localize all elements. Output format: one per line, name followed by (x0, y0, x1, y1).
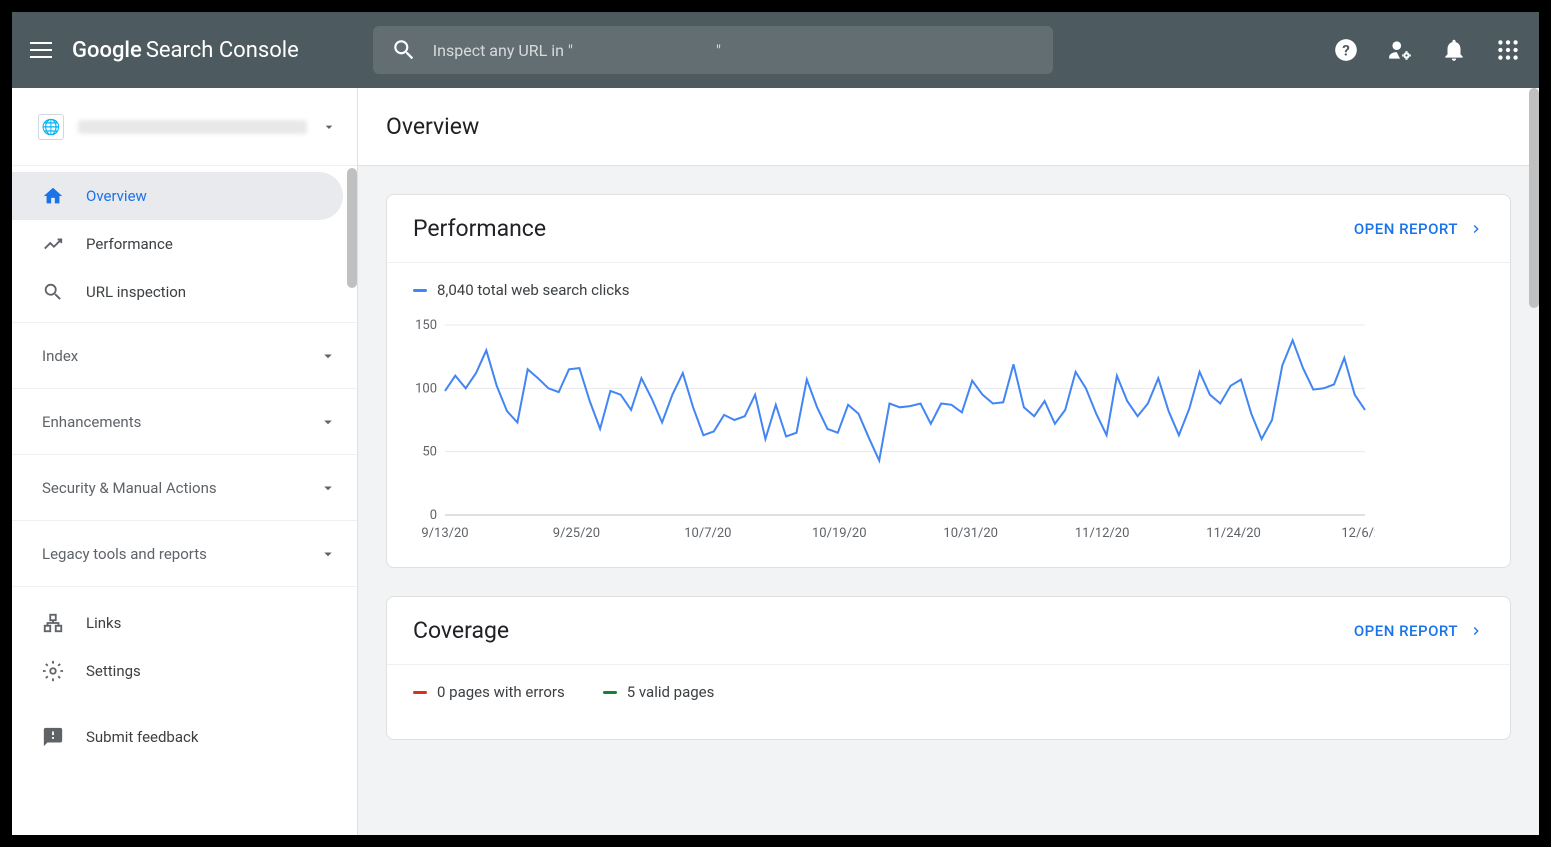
legend-item-clicks: 8,040 total web search clicks (413, 281, 630, 299)
svg-text:9/25/20: 9/25/20 (553, 526, 600, 541)
url-inspect-input[interactable] (433, 41, 1035, 60)
card-body: 0 pages with errors 5 valid pages (387, 665, 1510, 739)
open-report-label: OPEN REPORT (1354, 622, 1458, 640)
svg-text:9/13/20: 9/13/20 (421, 526, 468, 541)
logo-google-text: Google (72, 38, 142, 63)
svg-text:?: ? (1342, 41, 1350, 59)
section-label: Legacy tools and reports (42, 545, 207, 563)
legend-text: 0 pages with errors (437, 683, 565, 701)
svg-text:11/24/20: 11/24/20 (1206, 526, 1261, 541)
open-report-button[interactable]: OPEN REPORT (1354, 220, 1484, 238)
search-icon (391, 37, 417, 63)
chart-svg: 0 50 100 150 9/13/20 9/25/20 10/7/20 10/19/20 10… (405, 315, 1375, 545)
svg-text:10/7/20: 10/7/20 (684, 526, 731, 541)
app-root: Google Search Console ? 🌐 Over (12, 12, 1539, 835)
header-actions: ? (1333, 37, 1521, 63)
svg-text:11/12/20: 11/12/20 (1075, 526, 1130, 541)
sidebar-item-label: URL inspection (86, 283, 186, 301)
legend-dash-icon (413, 289, 427, 292)
globe-icon: 🌐 (38, 114, 64, 140)
sidebar-item-label: Submit feedback (86, 728, 198, 746)
open-report-button[interactable]: OPEN REPORT (1354, 622, 1484, 640)
url-inspect-search[interactable] (373, 26, 1053, 74)
sidebar-section-legacy[interactable]: Legacy tools and reports (12, 520, 357, 586)
content-area: Performance OPEN REPORT 8,040 total web … (358, 166, 1539, 796)
sidebar-section-enhancements[interactable]: Enhancements (12, 388, 357, 454)
sidebar-item-label: Settings (86, 662, 141, 680)
page-title: Overview (386, 113, 479, 140)
logo-product-text: Search Console (146, 38, 299, 63)
home-icon (42, 185, 64, 207)
sidebar-item-label: Performance (86, 235, 173, 253)
chart-legend: 8,040 total web search clicks (413, 281, 1484, 299)
section-label: Enhancements (42, 413, 141, 431)
property-selector[interactable]: 🌐 (12, 88, 357, 166)
sidebar-item-performance[interactable]: Performance (12, 220, 357, 268)
legend-dash-icon (603, 691, 617, 694)
page-header: Overview (358, 88, 1539, 166)
legend-item-errors: 0 pages with errors (413, 683, 565, 701)
nav-primary: Overview Performance URL inspection (12, 166, 357, 322)
help-icon[interactable]: ? (1333, 37, 1359, 63)
svg-text:10/31/20: 10/31/20 (943, 526, 998, 541)
nav-footer: Links Settings (12, 586, 357, 695)
card-body: 8,040 total web search clicks 0 50 100 150 9… (387, 263, 1510, 567)
card-header: Performance OPEN REPORT (387, 195, 1510, 263)
legend-dash-icon (413, 691, 427, 694)
sidebar-item-label: Overview (86, 187, 147, 205)
chevron-down-icon (319, 347, 337, 365)
gear-icon (42, 660, 64, 682)
sidebar-section-security[interactable]: Security & Manual Actions (12, 454, 357, 520)
sidebar-item-settings[interactable]: Settings (12, 647, 357, 695)
coverage-legend: 0 pages with errors 5 valid pages (413, 683, 1484, 701)
user-settings-icon[interactable] (1387, 37, 1413, 63)
links-icon (42, 612, 64, 634)
feedback-icon (42, 726, 64, 748)
legend-text: 5 valid pages (627, 683, 715, 701)
open-report-label: OPEN REPORT (1354, 220, 1458, 238)
card-header: Coverage OPEN REPORT (387, 597, 1510, 665)
app-logo: Google Search Console (72, 38, 299, 63)
card-title: Performance (413, 215, 546, 242)
card-title: Coverage (413, 617, 509, 644)
legend-item-valid: 5 valid pages (603, 683, 715, 701)
svg-text:150: 150 (415, 318, 437, 333)
coverage-card: Coverage OPEN REPORT 0 pages with errors (386, 596, 1511, 740)
nav-feedback-group: Submit feedback (12, 707, 357, 767)
svg-text:10/19/20: 10/19/20 (812, 526, 867, 541)
notifications-icon[interactable] (1441, 37, 1467, 63)
trend-icon (42, 233, 64, 255)
chevron-down-icon (321, 119, 337, 135)
svg-text:50: 50 (422, 445, 437, 460)
menu-button[interactable] (30, 36, 58, 64)
chevron-down-icon (319, 479, 337, 497)
svg-text:0: 0 (430, 508, 437, 523)
sidebar-item-overview[interactable]: Overview (12, 172, 343, 220)
section-label: Index (42, 347, 78, 365)
svg-text:12/6/20: 12/6/20 (1341, 526, 1375, 541)
main-scrollbar[interactable] (1529, 88, 1539, 308)
app-body: 🌐 Overview Performance URL inspection (12, 88, 1539, 835)
sidebar-scrollbar[interactable] (347, 168, 357, 288)
sidebar-item-url-inspection[interactable]: URL inspection (12, 268, 357, 316)
app-header: Google Search Console ? (12, 12, 1539, 88)
chevron-down-icon (319, 545, 337, 563)
chevron-right-icon (1468, 623, 1484, 639)
property-name-redacted (78, 120, 307, 134)
performance-card: Performance OPEN REPORT 8,040 total web … (386, 194, 1511, 568)
sidebar-item-label: Links (86, 614, 121, 632)
chevron-down-icon (319, 413, 337, 431)
legend-text: 8,040 total web search clicks (437, 281, 630, 299)
apps-icon[interactable] (1495, 37, 1521, 63)
chevron-right-icon (1468, 221, 1484, 237)
main-content: Overview Performance OPEN REPORT (358, 88, 1539, 835)
search-icon (42, 281, 64, 303)
sidebar: 🌐 Overview Performance URL inspection (12, 88, 358, 835)
sidebar-item-links[interactable]: Links (12, 599, 357, 647)
sidebar-section-index[interactable]: Index (12, 322, 357, 388)
performance-chart: 0 50 100 150 9/13/20 9/25/20 10/7/20 10/19/20 10… (405, 315, 1375, 545)
section-label: Security & Manual Actions (42, 479, 217, 497)
sidebar-item-feedback[interactable]: Submit feedback (12, 713, 357, 761)
svg-text:100: 100 (415, 381, 437, 396)
